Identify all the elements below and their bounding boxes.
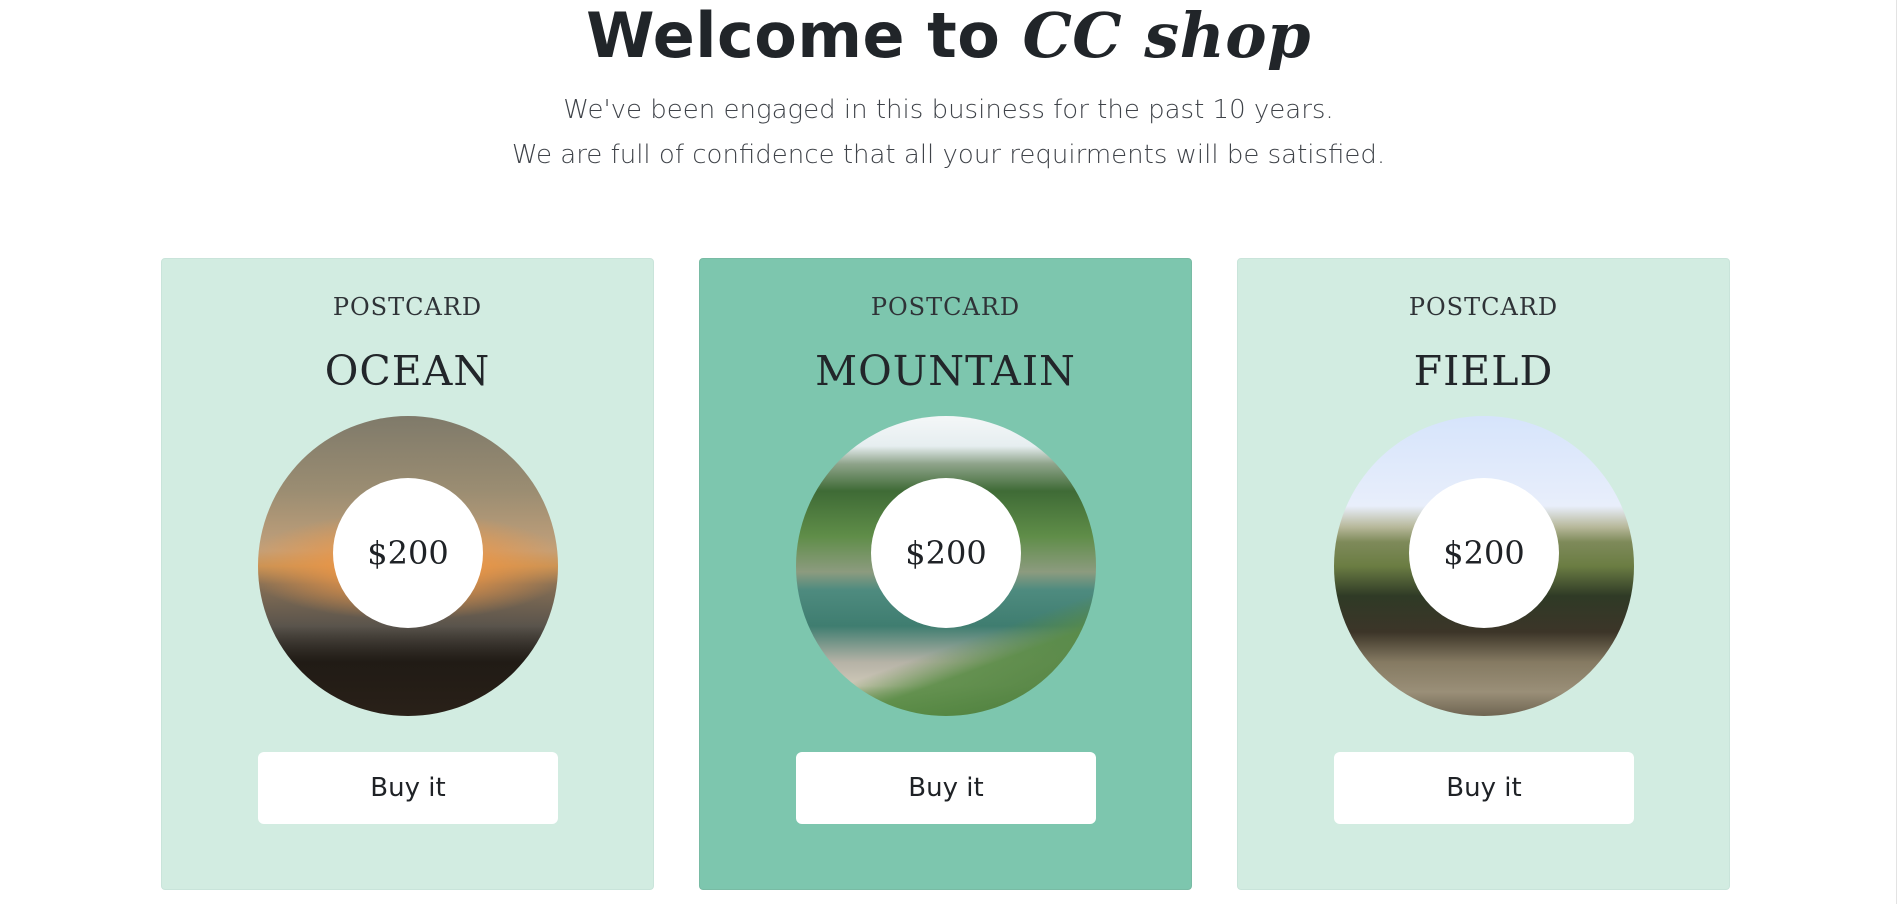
brand-name: CC shop bbox=[1022, 0, 1311, 72]
product-card-mountain: POSTCARD MOUNTAIN $200 Buy it bbox=[699, 258, 1192, 890]
product-category: POSTCARD bbox=[332, 293, 483, 321]
product-category: POSTCARD bbox=[870, 293, 1021, 321]
title-prefix: Welcome to bbox=[586, 0, 1023, 72]
ocean-photo: $200 bbox=[258, 416, 558, 716]
price-badge: $200 bbox=[333, 478, 483, 628]
welcome-header: Welcome to CC shop We've been engaged in… bbox=[0, 0, 1897, 178]
mountain-photo: $200 bbox=[796, 416, 1096, 716]
buy-button-field[interactable]: Buy it bbox=[1334, 752, 1634, 824]
intro-line-1: We've been engaged in this business for … bbox=[563, 95, 1334, 125]
product-title: FIELD bbox=[1413, 347, 1554, 395]
product-card-field: POSTCARD FIELD $200 Buy it bbox=[1237, 258, 1730, 890]
product-title: OCEAN bbox=[324, 347, 491, 395]
price-badge: $200 bbox=[1409, 478, 1559, 628]
price-badge: $200 bbox=[871, 478, 1021, 628]
buy-button-mountain[interactable]: Buy it bbox=[796, 752, 1096, 824]
field-photo: $200 bbox=[1334, 416, 1634, 716]
product-category: POSTCARD bbox=[1408, 293, 1559, 321]
product-card-ocean: POSTCARD OCEAN $200 Buy it bbox=[161, 258, 654, 890]
product-cards: POSTCARD OCEAN $200 Buy it POSTCARD MOUN… bbox=[161, 258, 1730, 890]
product-title: MOUNTAIN bbox=[815, 347, 1076, 395]
intro-line-2: We are full of confidence that all your … bbox=[511, 140, 1386, 170]
page-title: Welcome to CC shop bbox=[0, 0, 1897, 68]
buy-button-ocean[interactable]: Buy it bbox=[258, 752, 558, 824]
